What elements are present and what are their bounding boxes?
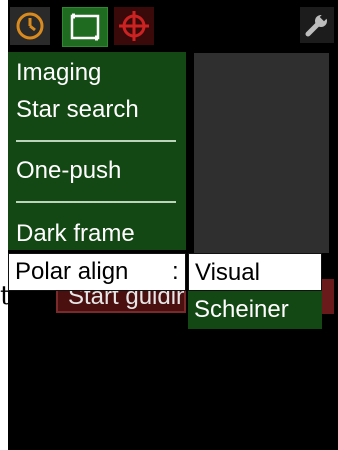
clock-tab[interactable] <box>10 7 50 45</box>
menu-divider <box>16 201 176 203</box>
polar-align-separator: : <box>172 258 179 285</box>
device-screen: Start guiding Imaging Star search One-pu… <box>8 0 338 450</box>
frame-tab[interactable] <box>62 7 108 47</box>
menu-item-imaging[interactable]: Imaging <box>16 61 101 85</box>
settings-button[interactable] <box>300 7 334 43</box>
submenu-option-scheiner[interactable]: Scheiner <box>188 291 322 329</box>
wrench-icon <box>305 12 329 37</box>
menu-item-one-push[interactable]: One-push <box>16 159 121 183</box>
crosshair-icon <box>119 11 149 41</box>
camera-preview <box>194 53 329 253</box>
frame-icon <box>70 13 100 41</box>
menu-divider <box>16 140 176 142</box>
menu-item-star-search[interactable]: Star search <box>16 98 139 122</box>
polar-align-submenu: Visual Scheiner <box>188 253 322 329</box>
menu-item-polar-align[interactable]: Polar align : <box>8 253 186 291</box>
menu-item-dark-frame[interactable]: Dark frame <box>16 222 135 246</box>
submenu-option-visual[interactable]: Visual <box>188 253 322 291</box>
mode-menu: Imaging Star search One-push Dark frame <box>8 52 186 250</box>
polar-align-label: Polar align <box>15 258 129 285</box>
clock-icon <box>16 12 44 40</box>
target-tab[interactable] <box>114 7 154 45</box>
right-edge-button[interactable] <box>320 279 334 314</box>
